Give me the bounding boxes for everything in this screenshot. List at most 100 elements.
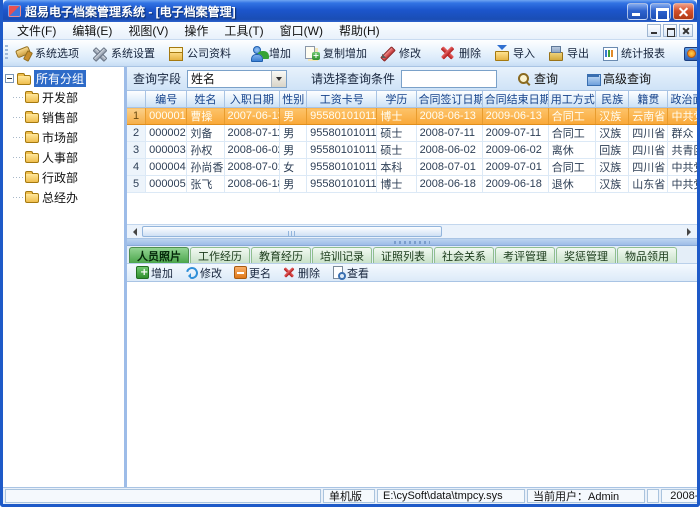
grid-header-row: 编号姓名入职日期性别工资卡号学历合同签订日期合同结束日期用工方式民族籍贯政治面貌… (127, 91, 697, 108)
horizontal-splitter[interactable] (127, 239, 697, 246)
status-blank (5, 489, 321, 503)
menu-item[interactable]: 工具(T) (216, 21, 271, 40)
column-header[interactable]: 合同结束日期 (482, 91, 548, 108)
menu-items-container: 文件(F)编辑(E)视图(V)操作工具(T)窗口(W)帮助(H) (9, 21, 388, 40)
restore-button[interactable] (650, 3, 671, 20)
tree-item[interactable]: 行政部 (5, 167, 122, 187)
query-condition-input[interactable] (401, 70, 497, 88)
folder-icon (17, 75, 31, 85)
menu-item[interactable]: 编辑(E) (64, 21, 120, 40)
menu-item[interactable]: 视图(V) (120, 21, 176, 40)
advanced-search-icon (586, 72, 600, 86)
rename-icon (234, 266, 247, 279)
toolbar-button-sysopt[interactable]: 系统选项 (9, 41, 85, 65)
table-row[interactable]: 3000003孙权2008-06-02男955801010113硕士2008-0… (127, 142, 697, 159)
detail-button-sadd[interactable]: 增加 (131, 265, 178, 281)
chevron-down-icon[interactable] (271, 71, 286, 87)
table-row[interactable]: 2000002刘备2008-07-11男955801010111硕士2008-0… (127, 125, 697, 142)
toolbar-button-add[interactable]: 增加 (243, 41, 297, 65)
toolbar-button-sysset[interactable]: 系统设置 (85, 41, 161, 65)
scroll-right-arrow-icon[interactable] (682, 225, 697, 238)
toolbar-button-del[interactable]: 删除 (433, 41, 487, 65)
table-row[interactable]: 5000005张飞2008-06-18男955801010116博士2008-0… (127, 176, 697, 193)
status-spacer (647, 489, 659, 503)
folder-icon (25, 113, 39, 123)
collapse-icon[interactable] (5, 74, 14, 83)
mdi-close-button[interactable] (679, 24, 693, 37)
detail-button-smod[interactable]: 修改 (180, 265, 227, 281)
query-field-combo[interactable]: 姓名 (187, 70, 287, 88)
mdi-restore-button[interactable] (663, 24, 677, 37)
table-row[interactable]: 1000001曹操2007-06-13男955801010110博士2008-0… (127, 108, 697, 125)
minimize-button[interactable] (627, 3, 648, 20)
system-settings-icon (91, 45, 108, 61)
column-header[interactable]: 性别 (280, 91, 307, 108)
toolbar-button-import[interactable]: 导入 (487, 41, 541, 65)
menu-item[interactable]: 文件(F) (9, 21, 64, 40)
tree-item[interactable]: 开发部 (5, 87, 122, 107)
advanced-search-button[interactable]: 高级查询 (582, 70, 655, 87)
tree-item[interactable]: 市场部 (5, 127, 122, 147)
delete-x-icon (439, 45, 456, 61)
menu-item[interactable]: 窗口(W) (272, 21, 331, 40)
view-icon (332, 266, 345, 279)
column-header[interactable]: 姓名 (187, 91, 224, 108)
tab-7[interactable]: 考评管理 (495, 247, 555, 263)
group-tree: 所有分组 开发部销售部市场部人事部行政部总经办 (3, 67, 127, 487)
title-bar[interactable]: 超易电子档案管理系统 - [电子档案管理] (3, 0, 697, 22)
app-icon (8, 5, 21, 17)
toolbar-button-copyadd[interactable]: 复制增加 (297, 41, 373, 65)
folder-icon (25, 153, 39, 163)
employee-grid: 编号姓名入职日期性别工资卡号学历合同签订日期合同结束日期用工方式民族籍贯政治面貌… (127, 91, 697, 239)
scroll-left-arrow-icon[interactable] (127, 225, 142, 238)
toolbar-button-report[interactable]: 统计报表 (595, 41, 671, 65)
tab-9[interactable]: 物品领用 (617, 247, 677, 263)
column-header[interactable]: 合同签订日期 (416, 91, 482, 108)
status-current-user: 当前用户：Admin (527, 489, 645, 503)
detail-button-sren[interactable]: 更名 (229, 265, 276, 281)
toolbar-button-company[interactable]: 公司资料 (161, 41, 237, 65)
column-header[interactable]: 政治面貌 (668, 91, 697, 108)
tab-1[interactable]: 人员照片 (129, 247, 189, 263)
query-field-label: 查询字段 (133, 70, 181, 87)
detail-button-sview[interactable]: 查看 (327, 265, 374, 281)
column-header[interactable]: 学历 (377, 91, 416, 108)
status-date: 2008-11-29 (661, 489, 700, 503)
table-row[interactable]: 4000004孙尚香2008-07-01女955801010115本科2008-… (127, 159, 697, 176)
column-header[interactable]: 籍贯 (629, 91, 668, 108)
search-icon (517, 72, 531, 86)
copy-add-icon (303, 45, 320, 61)
tree-item[interactable]: 销售部 (5, 107, 122, 127)
scrollbar-thumb[interactable] (142, 226, 442, 237)
column-header[interactable] (127, 91, 146, 108)
toolbar-button-export[interactable]: 导出 (541, 41, 595, 65)
close-button[interactable] (673, 3, 694, 20)
tab-3[interactable]: 教育经历 (251, 247, 311, 263)
detail-button-sdel[interactable]: 删除 (278, 265, 325, 281)
tab-2[interactable]: 工作经历 (190, 247, 250, 263)
menu-item[interactable]: 帮助(H) (331, 21, 388, 40)
horizontal-scrollbar[interactable] (127, 224, 697, 238)
toolbar-button-modify[interactable]: 修改 (373, 41, 427, 65)
status-bar: 单机版 E:\cySoft\data\tmpcy.sys 当前用户：Admin … (3, 487, 697, 504)
tab-6[interactable]: 社会关系 (434, 247, 494, 263)
tree-item[interactable]: 人事部 (5, 147, 122, 167)
toolbar-button-recode[interactable]: 重新编码 (677, 41, 700, 65)
tree-root-all-groups[interactable]: 所有分组 (5, 70, 122, 87)
add-icon (136, 266, 149, 279)
query-bar: 查询字段 姓名 请选择查询条件 查询 高级查询 (127, 67, 697, 91)
column-header[interactable]: 工资卡号 (307, 91, 377, 108)
search-button[interactable]: 查询 (513, 70, 562, 87)
tab-5[interactable]: 证照列表 (373, 247, 433, 263)
column-header[interactable]: 编号 (146, 91, 187, 108)
menu-item[interactable]: 操作 (176, 21, 216, 40)
tab-4[interactable]: 培训记录 (312, 247, 372, 263)
tree-item[interactable]: 总经办 (5, 187, 122, 207)
folder-icon (25, 93, 39, 103)
column-header[interactable]: 用工方式 (548, 91, 595, 108)
column-header[interactable]: 民族 (596, 91, 629, 108)
mdi-minimize-button[interactable] (647, 24, 661, 37)
column-header[interactable]: 入职日期 (224, 91, 280, 108)
query-condition-label: 请选择查询条件 (311, 70, 395, 87)
tab-8[interactable]: 奖惩管理 (556, 247, 616, 263)
